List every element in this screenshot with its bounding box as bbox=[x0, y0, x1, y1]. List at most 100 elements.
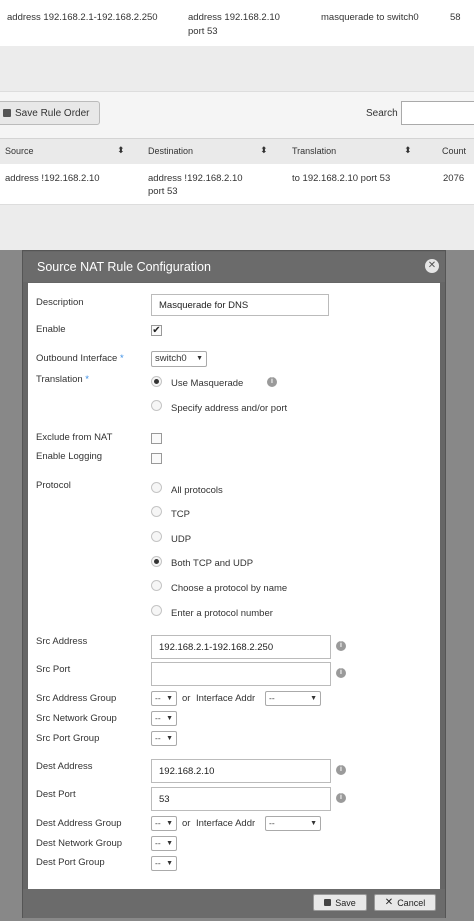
interface-addr-label: Interface Addr bbox=[196, 693, 256, 704]
save-rule-order-label: Save Rule Order bbox=[15, 107, 90, 119]
dest-port-input[interactable] bbox=[151, 787, 331, 811]
chevron-down-icon: ▼ bbox=[310, 820, 317, 827]
interface-addr-label: Interface Addr bbox=[196, 818, 256, 829]
row-translation: masquerade to switch0 bbox=[321, 12, 419, 23]
protocol-radio-udp[interactable] bbox=[151, 531, 162, 542]
save-icon bbox=[324, 899, 332, 906]
outbound-interface-select[interactable]: switch0 ▼ bbox=[151, 351, 207, 367]
dest-address-label: Dest Address bbox=[36, 761, 93, 772]
protocol-option-by-name: Choose a protocol by name bbox=[171, 583, 288, 594]
chevron-down-icon: ▼ bbox=[166, 695, 173, 702]
column-translation[interactable]: Translation bbox=[292, 146, 336, 156]
row-count: 2076 bbox=[443, 173, 465, 184]
dest-port-label: Dest Port bbox=[36, 789, 76, 800]
protocol-radio-all[interactable] bbox=[151, 482, 162, 493]
table-row[interactable]: address !192.168.2.10 address !192.168.2… bbox=[0, 164, 474, 205]
protocol-option-all: All protocols bbox=[171, 485, 223, 496]
chevron-down-icon: ▼ bbox=[166, 860, 173, 867]
src-address-group-label: Src Address Group bbox=[36, 693, 117, 704]
chevron-down-icon: ▼ bbox=[166, 820, 173, 827]
or-label: or bbox=[182, 693, 191, 704]
search-input[interactable] bbox=[401, 101, 474, 125]
src-address-input[interactable] bbox=[151, 635, 331, 659]
save-rule-order-button[interactable]: Save Rule Order bbox=[0, 101, 100, 125]
chevron-down-icon: ▼ bbox=[196, 355, 203, 362]
dest-network-group-select[interactable]: -- ▼ bbox=[151, 836, 177, 851]
translation-option-masquerade: Use Masquerade bbox=[171, 378, 244, 389]
row-source: address 192.168.2.1-192.168.2.250 bbox=[7, 12, 158, 23]
chevron-down-icon: ▼ bbox=[310, 695, 317, 702]
info-icon[interactable]: i bbox=[267, 377, 277, 387]
outbound-interface-label: Outbound Interface * bbox=[36, 353, 124, 364]
close-icon[interactable]: ✕ bbox=[425, 259, 439, 273]
translation-radio-specify[interactable] bbox=[151, 400, 162, 411]
dialog-title: Source NAT Rule Configuration bbox=[23, 252, 445, 282]
info-icon[interactable]: i bbox=[336, 641, 346, 651]
search-label: Search bbox=[366, 108, 398, 119]
logging-checkbox[interactable] bbox=[151, 453, 162, 464]
exclude-label: Exclude from NAT bbox=[36, 432, 113, 443]
protocol-radio-number[interactable] bbox=[151, 605, 162, 616]
exclude-checkbox[interactable] bbox=[151, 433, 162, 444]
column-source[interactable]: Source bbox=[5, 146, 34, 156]
table-header: Source ⬍ Destination ⬍ Translation ⬍ Cou… bbox=[0, 138, 474, 165]
row-destination-port: port 53 bbox=[148, 186, 178, 197]
background-spacer bbox=[0, 205, 474, 250]
description-label: Description bbox=[36, 297, 84, 308]
translation-radio-masquerade[interactable] bbox=[151, 376, 162, 387]
row-source: address !192.168.2.10 bbox=[5, 173, 100, 184]
protocol-option-tcp: TCP bbox=[171, 509, 190, 520]
protocol-radio-by-name[interactable] bbox=[151, 580, 162, 591]
close-icon: ✕ bbox=[384, 897, 394, 908]
dest-address-input[interactable] bbox=[151, 759, 331, 783]
sort-icon[interactable]: ⬍ bbox=[260, 145, 268, 156]
row-destination: address !192.168.2.10 bbox=[148, 173, 243, 184]
src-port-input[interactable] bbox=[151, 662, 331, 686]
src-address-label: Src Address bbox=[36, 636, 88, 647]
src-network-group-label: Src Network Group bbox=[36, 713, 117, 724]
dest-address-group-select[interactable]: -- ▼ bbox=[151, 816, 177, 831]
enable-checkbox[interactable]: ✔ bbox=[151, 325, 162, 336]
background-spacer bbox=[0, 46, 474, 91]
logging-label: Enable Logging bbox=[36, 451, 103, 462]
dest-network-group-label: Dest Network Group bbox=[36, 838, 123, 849]
src-address-group-select[interactable]: -- ▼ bbox=[151, 691, 177, 706]
src-interface-addr-select[interactable]: -- ▼ bbox=[265, 691, 321, 706]
save-icon bbox=[3, 109, 11, 117]
row-destination: address 192.168.2.10 bbox=[188, 12, 280, 23]
info-icon[interactable]: i bbox=[336, 765, 346, 775]
protocol-radio-both[interactable] bbox=[151, 556, 162, 567]
protocol-option-number: Enter a protocol number bbox=[171, 608, 273, 619]
column-count[interactable]: Count bbox=[442, 146, 466, 156]
sort-icon[interactable]: ⬍ bbox=[404, 145, 412, 156]
translation-label: Translation * bbox=[36, 374, 89, 385]
info-icon[interactable]: i bbox=[336, 668, 346, 678]
nat-rule-row: address 192.168.2.1-192.168.2.250 addres… bbox=[0, 0, 474, 47]
protocol-option-udp: UDP bbox=[171, 534, 192, 545]
info-icon[interactable]: i bbox=[336, 793, 346, 803]
translation-option-specify: Specify address and/or port bbox=[171, 403, 288, 414]
enable-label: Enable bbox=[36, 324, 66, 335]
description-input[interactable] bbox=[151, 294, 329, 316]
dest-port-group-select[interactable]: -- ▼ bbox=[151, 856, 177, 871]
or-label: or bbox=[182, 818, 191, 829]
row-translation: to 192.168.2.10 port 53 bbox=[292, 173, 391, 184]
save-button-label: Save bbox=[335, 897, 356, 908]
chevron-down-icon: ▼ bbox=[166, 735, 173, 742]
protocol-radio-tcp[interactable] bbox=[151, 506, 162, 517]
protocol-label: Protocol bbox=[36, 480, 71, 491]
src-port-label: Src Port bbox=[36, 664, 71, 675]
chevron-down-icon: ▼ bbox=[166, 715, 173, 722]
sort-icon[interactable]: ⬍ bbox=[117, 145, 125, 156]
save-button[interactable]: Save bbox=[313, 894, 367, 911]
protocol-option-both: Both TCP and UDP bbox=[171, 558, 254, 569]
cancel-button[interactable]: ✕ Cancel bbox=[374, 894, 436, 911]
dest-interface-addr-select[interactable]: -- ▼ bbox=[265, 816, 321, 831]
chevron-down-icon: ▼ bbox=[166, 840, 173, 847]
column-destination[interactable]: Destination bbox=[148, 146, 193, 156]
dest-address-group-label: Dest Address Group bbox=[36, 818, 122, 829]
src-port-group-select[interactable]: -- ▼ bbox=[151, 731, 177, 746]
dest-port-group-label: Dest Port Group bbox=[36, 857, 105, 868]
src-network-group-select[interactable]: -- ▼ bbox=[151, 711, 177, 726]
cancel-button-label: Cancel bbox=[397, 897, 426, 908]
